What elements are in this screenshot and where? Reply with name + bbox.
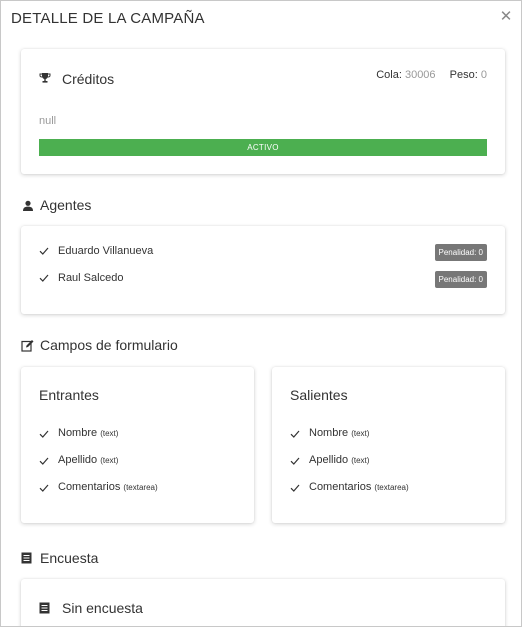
check-icon [39, 457, 49, 465]
field-label: Nombre (text) [58, 427, 118, 439]
field-name: Apellido [309, 454, 349, 466]
campaign-detail-modal: DETALLE DE LA CAMPAÑA ✕ Créditos Cola: 3… [0, 0, 522, 627]
check-icon [290, 457, 300, 465]
agents-section-title: Agentes [40, 197, 92, 213]
check-icon [39, 430, 49, 438]
cola-value: 30006 [404, 69, 436, 81]
field-label: Comentarios (textarea) [309, 481, 409, 493]
penalty-badge: Penalidad: 0 [434, 244, 487, 261]
field-type: (textarea) [123, 483, 158, 492]
campaign-meta: Cola: 30006 Peso: 0 [376, 69, 487, 81]
field-name: Apellido [58, 454, 98, 466]
user-icon [23, 200, 33, 211]
cola-label: Cola: [376, 69, 402, 81]
field-row: Nombre (text) [290, 427, 490, 443]
check-icon [39, 484, 49, 492]
field-type: (textarea) [374, 483, 409, 492]
list-icon [21, 552, 32, 564]
agent-row: Eduardo Villanueva Penalidad: 0 [39, 244, 487, 262]
field-row: Comentarios (textarea) [39, 481, 239, 497]
field-row: Nombre (text) [39, 427, 239, 443]
check-icon [39, 247, 49, 255]
list-icon [39, 602, 50, 614]
field-type: (text) [100, 429, 119, 438]
campaign-name: Créditos [62, 71, 115, 87]
field-row: Apellido (text) [290, 454, 490, 470]
outgoing-title: Salientes [290, 387, 348, 403]
field-name: Nombre [58, 427, 98, 439]
field-label: Apellido (text) [309, 454, 369, 466]
campaign-description: null [39, 115, 57, 127]
incoming-title: Entrantes [39, 387, 99, 403]
credits-card: Créditos Cola: 30006 Peso: 0 null ACTIVO [21, 49, 505, 174]
field-name: Nombre [309, 427, 349, 439]
check-icon [39, 274, 49, 282]
outgoing-fields-card: Salientes Nombre (text) Apellido (text) … [272, 367, 505, 523]
edit-icon [21, 340, 34, 352]
agents-card: Eduardo Villanueva Penalidad: 0 Raul Sal… [21, 226, 505, 314]
agent-name: Eduardo Villanueva [58, 245, 154, 257]
agent-row: Raul Salcedo Penalidad: 0 [39, 271, 487, 289]
trophy-icon [39, 73, 51, 83]
field-type: (text) [351, 429, 370, 438]
field-row: Apellido (text) [39, 454, 239, 470]
peso-label: Peso: [449, 69, 478, 81]
agent-name: Raul Salcedo [58, 272, 124, 284]
modal-title: DETALLE DE LA CAMPAÑA [11, 10, 205, 27]
field-name: Comentarios [58, 481, 121, 493]
survey-section-title: Encuesta [40, 550, 99, 566]
form-fields-section-title: Campos de formulario [40, 337, 178, 353]
survey-empty-text: Sin encuesta [62, 600, 143, 616]
check-icon [290, 484, 300, 492]
field-type: (text) [100, 456, 119, 465]
close-icon[interactable]: ✕ [499, 9, 513, 25]
field-label: Nombre (text) [309, 427, 369, 439]
field-label: Apellido (text) [58, 454, 118, 466]
status-badge: ACTIVO [39, 139, 487, 156]
field-name: Comentarios [309, 481, 372, 493]
field-type: (text) [351, 456, 370, 465]
field-row: Comentarios (textarea) [290, 481, 490, 497]
peso-value: 0 [480, 69, 487, 81]
penalty-badge: Penalidad: 0 [434, 271, 487, 288]
incoming-fields-card: Entrantes Nombre (text) Apellido (text) … [21, 367, 254, 523]
field-label: Comentarios (textarea) [58, 481, 158, 493]
check-icon [290, 430, 300, 438]
survey-card: Sin encuesta [21, 579, 505, 626]
modal-header: DETALLE DE LA CAMPAÑA ✕ [1, 1, 521, 37]
